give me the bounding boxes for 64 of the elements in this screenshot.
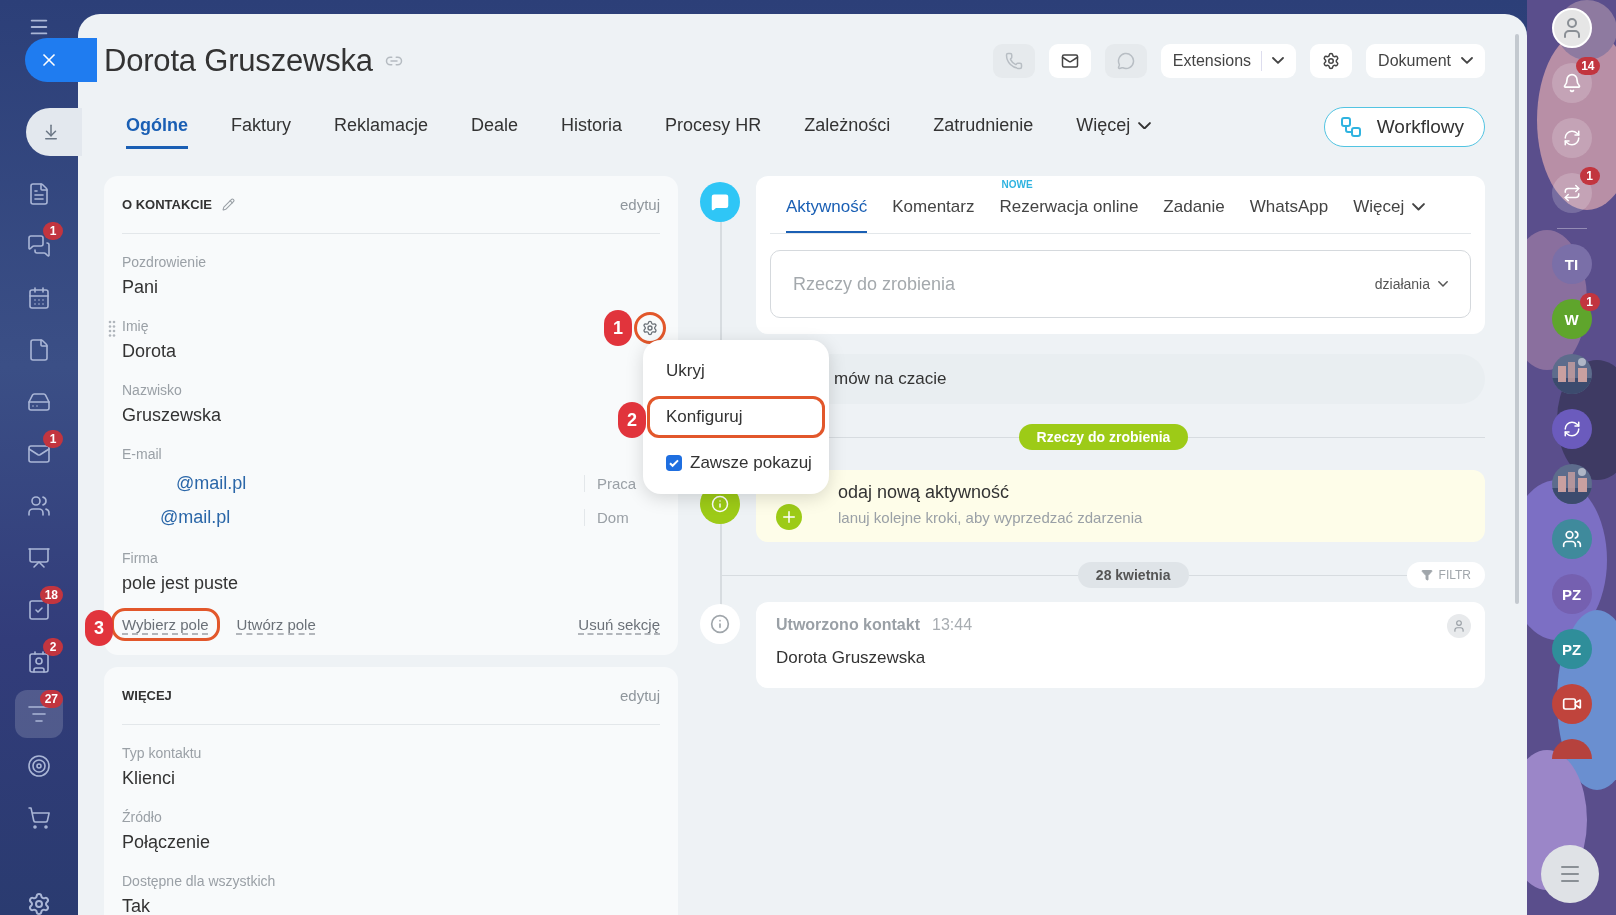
- date-tag: 28 kwietnia: [1077, 562, 1189, 588]
- tab[interactable]: Procesy HR: [665, 105, 762, 149]
- count-badge: 18: [39, 586, 63, 604]
- tab[interactable]: Komentarz: [892, 197, 975, 233]
- menu-item[interactable]: Konfiguruj: [647, 396, 825, 438]
- count-badge: 1: [43, 430, 63, 448]
- entry-text: Dorota Gruszewska: [776, 648, 927, 668]
- remove-section-link[interactable]: Usuń sekcję: [567, 608, 671, 641]
- extensions-button[interactable]: Extensions: [1160, 44, 1297, 78]
- field-label: Dostępne dla wszystkich: [122, 873, 276, 889]
- field-value: Dorota: [122, 341, 177, 362]
- input-field[interactable]: Rzeczy do zrobienia działania: [770, 250, 1471, 318]
- new-tag: NOWE: [1001, 179, 1033, 190]
- count-badge: 1: [43, 222, 63, 240]
- nav-item[interactable]: 27: [15, 690, 63, 738]
- tab[interactable]: Więcej: [1076, 105, 1152, 149]
- tab[interactable]: Deale: [471, 105, 519, 149]
- tab[interactable]: Reklamacje: [334, 105, 429, 149]
- nav-item[interactable]: 1: [15, 222, 63, 270]
- tab[interactable]: WhatsApp: [1249, 197, 1329, 233]
- document-button[interactable]: Dokument: [1366, 44, 1485, 78]
- field-label: Firma: [122, 550, 158, 566]
- field-label: Typ kontaktu: [122, 745, 202, 761]
- field-label: Źródło: [122, 809, 162, 825]
- tab[interactable]: Faktury: [231, 105, 291, 149]
- tab[interactable]: Zatrudnienie: [933, 105, 1034, 149]
- nav-item[interactable]: 1: [15, 430, 63, 478]
- tab[interactable]: Zadanie: [1163, 197, 1225, 233]
- field-label: Imię: [122, 318, 149, 334]
- field-value: pole jest puste: [122, 573, 239, 594]
- field-value: Gruszewska: [122, 405, 222, 426]
- workflow-button[interactable]: Workflowy: [1323, 107, 1485, 147]
- field-value: Klienci: [122, 768, 176, 789]
- email-link[interactable]: @mail.pl: [160, 506, 231, 528]
- nav-item[interactable]: 18: [15, 586, 63, 634]
- field-link[interactable]: Utwórz pole: [225, 608, 327, 641]
- actions-dropdown[interactable]: działania: [1374, 276, 1448, 292]
- tab[interactable]: Historia: [561, 105, 623, 149]
- tab[interactable]: Zależności: [804, 105, 891, 149]
- step-marker: 1: [604, 310, 632, 346]
- tab[interactable]: Ogólne: [126, 105, 188, 149]
- email-link[interactable]: @mail.pl: [176, 472, 247, 494]
- field-label: Nazwisko: [122, 382, 182, 398]
- field-value: Tak: [122, 896, 150, 915]
- email-type: Dom: [584, 508, 660, 526]
- todo-title: odaj nową aktywność: [838, 482, 1011, 503]
- todo-subtitle: lanuj kolejne kroki, aby wyprzedzać zdarzenia: [838, 509, 1143, 526]
- section-title: O KONTAKCIE: [122, 197, 213, 212]
- contact-name: Dorota Gruszewska: [104, 43, 373, 79]
- field-value: Pani: [122, 277, 159, 298]
- entry-title: Utworzono kontakt: [776, 616, 920, 634]
- tab[interactable]: Więcej: [1353, 197, 1426, 233]
- field-label: E-mail: [122, 446, 162, 462]
- entry-time: 13:44: [932, 616, 973, 634]
- field-label: Pozdrowienie: [122, 254, 207, 270]
- nav-item[interactable]: 2: [15, 638, 63, 686]
- count-badge: 2: [43, 638, 63, 656]
- section-title: WIĘCEJ: [122, 688, 172, 703]
- step-marker: 2: [618, 402, 646, 438]
- count-badge: 27: [39, 690, 63, 708]
- field-value: Połączenie: [122, 832, 211, 853]
- step-marker: 3: [85, 610, 113, 646]
- section-tag: Rzeczy do zrobienia: [1018, 424, 1189, 450]
- tab[interactable]: Aktywność: [786, 197, 868, 233]
